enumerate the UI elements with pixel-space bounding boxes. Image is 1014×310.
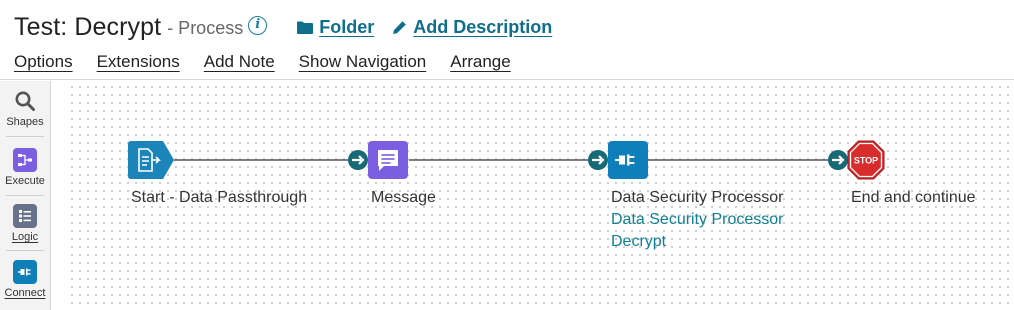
shape-palette-sidebar: Shapes Execute Logic Connect	[0, 81, 51, 310]
processor-shape-label: Data Security Processor	[611, 189, 784, 206]
sidebar-label-connect: Connect	[4, 287, 46, 299]
stop-text: STOP	[854, 156, 878, 166]
sidebar-divider	[6, 136, 44, 137]
processor-connector-name: Data Security Processor	[611, 211, 784, 228]
connector-arrow-icon	[588, 150, 608, 170]
data-security-processor-shape[interactable]	[608, 141, 648, 179]
sidebar-label-logic: Logic	[11, 231, 39, 243]
message-shape[interactable]	[368, 141, 408, 179]
sidebar-label-execute: Execute	[5, 175, 45, 187]
page-subtitle: - Process	[167, 17, 244, 38]
menu-extensions[interactable]: Extensions	[97, 52, 180, 72]
sidebar-divider	[6, 250, 44, 251]
message-shape-label: Message	[371, 189, 436, 206]
menu-options[interactable]: Options	[14, 52, 73, 72]
page-title: Test: Decrypt	[14, 12, 162, 41]
menu-add-note[interactable]: Add Note	[204, 52, 275, 72]
process-canvas[interactable]: STOP Start - Data Passthrough Message Da…	[66, 81, 1014, 310]
processor-operation-name: Decrypt	[611, 233, 667, 250]
execute-icon	[13, 148, 37, 172]
folder-link[interactable]: Folder	[297, 17, 374, 38]
sidebar-label-shapes: Shapes	[6, 116, 44, 128]
connect-icon	[13, 260, 37, 284]
title-row: Test: Decrypt - Process i Folder Add Des…	[14, 12, 552, 42]
folder-icon	[297, 21, 314, 34]
connector-arrow-icon	[828, 150, 848, 170]
sidebar-item-shapes[interactable]: Shapes	[0, 89, 50, 128]
add-description-link[interactable]: Add Description	[392, 17, 552, 38]
info-icon[interactable]: i	[248, 15, 268, 35]
search-icon	[13, 89, 37, 113]
menu-arrange[interactable]: Arrange	[450, 52, 510, 72]
sidebar-item-connect[interactable]: Connect	[0, 260, 50, 299]
add-description-label: Add Description	[413, 16, 553, 37]
start-shape[interactable]	[128, 141, 174, 179]
end-shape-label: End and continue	[851, 189, 976, 206]
sidebar-item-execute[interactable]: Execute	[0, 148, 50, 187]
connector-arrow-icon	[348, 150, 368, 170]
logic-icon	[13, 204, 37, 228]
menu-show-navigation[interactable]: Show Navigation	[299, 52, 427, 72]
sidebar-divider	[6, 195, 44, 196]
folder-label: Folder	[319, 16, 375, 37]
header: Test: Decrypt - Process i Folder Add Des…	[0, 0, 1014, 80]
menu-bar: Options Extensions Add Note Show Navigat…	[14, 52, 535, 72]
pencil-icon	[393, 20, 407, 34]
start-shape-label: Start - Data Passthrough	[131, 189, 308, 206]
stop-sign-icon[interactable]: STOP	[847, 140, 885, 180]
sidebar-item-logic[interactable]: Logic	[0, 204, 50, 243]
